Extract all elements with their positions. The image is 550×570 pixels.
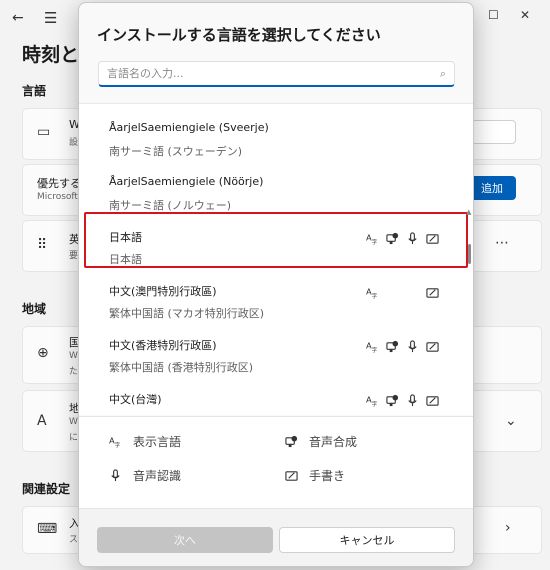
display-language-icon: A字 [365, 231, 379, 245]
capability-icons: A字 [365, 285, 439, 299]
legend-display-language: A字 表示言語 [107, 433, 182, 450]
language-name: 中文(澳門特別行政區) [109, 285, 217, 298]
next-button[interactable]: 次へ [97, 527, 273, 553]
legend-speech-recognition: 音声認識 [107, 467, 181, 484]
svg-text:字: 字 [371, 400, 377, 407]
maximize-icon[interactable]: ☐ [488, 8, 499, 22]
card-subtitle: W [69, 351, 78, 361]
language-list-item[interactable]: 中文(香港特別行政區) 繁体中国語 (香港特別行政区) A 字 [79, 327, 469, 381]
search-input[interactable] [107, 67, 432, 80]
language-name: ÅarjelSaemiengiele (Sveerje) [109, 121, 269, 134]
svg-text:字: 字 [371, 346, 377, 353]
display-language-icon: A字 [365, 285, 379, 299]
card-subtitle: た [69, 367, 79, 377]
capability-icons: A字 [365, 231, 439, 245]
capability-icons: A字 [365, 393, 439, 407]
chevron-down-icon[interactable]: ⌄ [505, 413, 517, 429]
add-language-button[interactable]: 追加 [468, 176, 516, 200]
drag-handle-icon[interactable]: ⠿ [37, 237, 47, 253]
language-native-name: 繁体中国語 (マカオ特別行政区) [109, 307, 265, 320]
dialog-title: インストールする言語を選択してください [97, 26, 381, 44]
legend-label: 音声認識 [133, 469, 182, 483]
language-list[interactable]: ÅarjelSaemiengiele (Sveerje) 南サーミ語 (スウェーデ… [79, 103, 473, 415]
language-list-item[interactable]: ÅarjelSaemiengiele (Nöörje) 南サーミ語 (ノルウェー) [79, 165, 469, 219]
dialog-footer: 次へ キャンセル [79, 508, 473, 566]
keyboard-icon: ⌨ [37, 521, 58, 537]
section-related-heading: 関連設定 [22, 482, 71, 496]
legend-label: 音声合成 [309, 435, 358, 449]
microphone-icon [405, 339, 419, 353]
card-subtitle: 要 [69, 251, 79, 261]
language-name: ÅarjelSaemiengiele (Nöörje) [109, 175, 264, 188]
handwriting-icon [425, 393, 439, 407]
legend-text-to-speech: 音声合成 [283, 433, 357, 450]
language-native-name: 日本語 [109, 253, 142, 266]
card-subtitle: 設 [69, 138, 79, 148]
globe-icon: ⊕ [37, 345, 49, 361]
card-title: 優先する [37, 177, 81, 190]
handwriting-icon [425, 339, 439, 353]
text-to-speech-icon [385, 231, 399, 245]
chevron-right-icon[interactable]: › [505, 520, 511, 536]
section-language-heading: 言語 [22, 84, 47, 98]
handwriting-icon [425, 231, 439, 245]
language-name: 中文(香港特別行政區) [109, 339, 217, 352]
language-name: 日本語 [109, 231, 142, 244]
handwriting-icon [425, 285, 439, 299]
section-region-heading: 地域 [22, 302, 47, 316]
language-native-name: 南サーミ語 (スウェーデン) [109, 145, 243, 158]
handwriting-icon [283, 468, 299, 484]
cancel-button[interactable]: キャンセル [279, 527, 455, 553]
text-to-speech-icon [283, 434, 299, 450]
microphone-icon [107, 468, 123, 484]
capability-icons [365, 123, 439, 137]
language-native-name: 繁体中国語 (台湾) [109, 413, 198, 415]
microphone-icon [405, 393, 419, 407]
legend-label: 表示言語 [133, 435, 182, 449]
close-icon[interactable]: ✕ [520, 8, 530, 22]
regional-format-icon: A [37, 413, 47, 429]
choose-language-dialog: インストールする言語を選択してください ⌕ ÅarjelSaemiengiele… [78, 2, 474, 567]
svg-text:字: 字 [114, 441, 120, 448]
card-subtitle: ス [69, 535, 79, 545]
card-subtitle: W [69, 417, 78, 427]
language-list-item[interactable]: 中文(澳門特別行政區) 繁体中国語 (マカオ特別行政区) A 字 [79, 273, 469, 327]
capability-icons: A字 [365, 339, 439, 353]
more-options-icon[interactable]: ⋯ [495, 235, 509, 251]
legend-handwriting: 手書き [283, 467, 345, 484]
microphone-icon [405, 231, 419, 245]
scroll-up-arrow-icon[interactable]: ▲ [466, 208, 471, 216]
svg-text:字: 字 [371, 238, 377, 245]
language-list-item[interactable]: 日本語 日本語 A 字 [79, 219, 469, 273]
display-language-icon: A字 [107, 434, 123, 450]
language-native-name: 繁体中国語 (香港特別行政区) [109, 361, 254, 374]
card-subtitle: に [69, 433, 79, 443]
svg-text:字: 字 [371, 292, 377, 299]
back-arrow-icon[interactable]: ← [12, 10, 24, 26]
display-language-dropdown[interactable] [470, 120, 516, 144]
search-icon[interactable]: ⌕ [432, 67, 454, 81]
display-language-icon: A字 [365, 339, 379, 353]
language-search-box[interactable]: ⌕ [98, 61, 455, 87]
capability-legend: A字 表示言語 音声合成 音声認識 手書き [79, 416, 473, 508]
language-list-item[interactable]: ÅarjelSaemiengiele (Sveerje) 南サーミ語 (スウェーデ… [79, 111, 469, 165]
monitor-icon: ▭ [37, 124, 51, 140]
capability-icons [365, 177, 439, 191]
text-to-speech-icon [385, 339, 399, 353]
list-scrollbar[interactable]: ▲ ▼ [466, 208, 472, 415]
hamburger-menu-icon[interactable]: ☰ [44, 9, 57, 27]
text-to-speech-icon [385, 393, 399, 407]
scrollbar-thumb[interactable] [468, 244, 471, 264]
language-list-item[interactable]: 中文(台灣) 繁体中国語 (台湾) A字 [79, 381, 469, 415]
display-language-icon: A字 [365, 393, 379, 407]
language-name: 中文(台灣) [109, 393, 162, 406]
card-subtitle: Microsoft [37, 192, 78, 202]
language-native-name: 南サーミ語 (ノルウェー) [109, 199, 232, 212]
page-title: 時刻と [22, 44, 80, 66]
legend-label: 手書き [309, 469, 346, 483]
